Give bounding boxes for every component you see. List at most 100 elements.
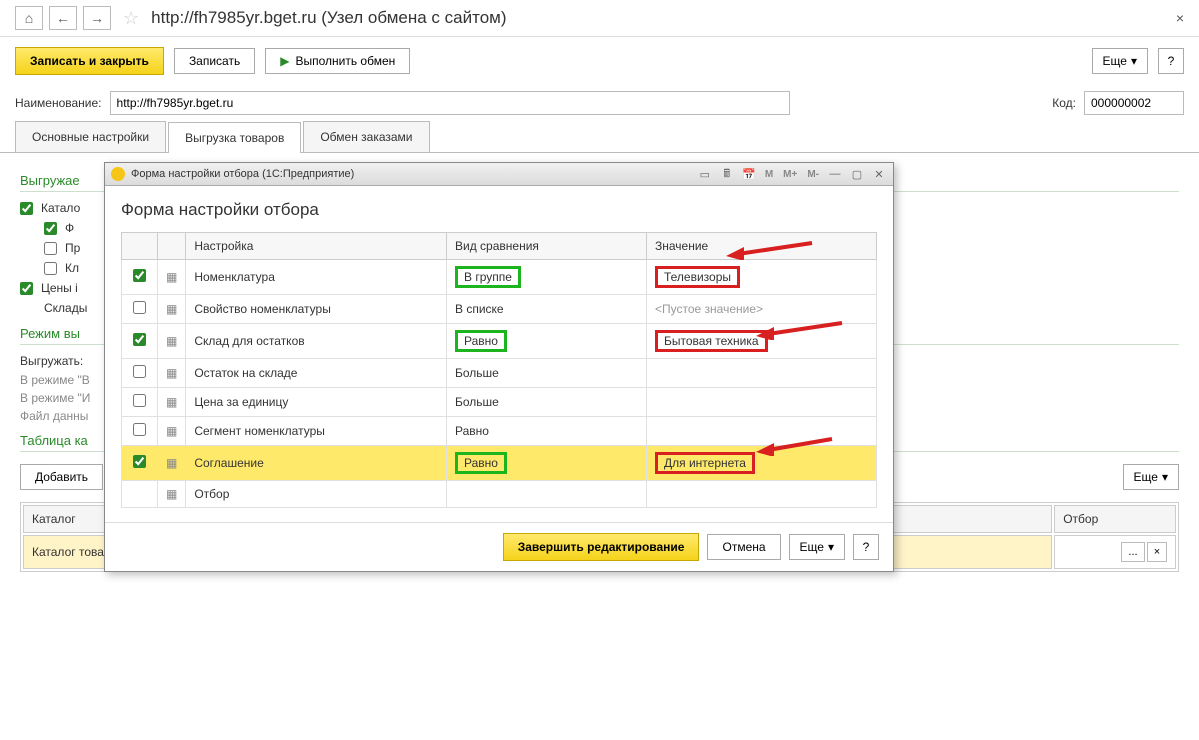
photo-checkbox[interactable] (44, 222, 57, 235)
row-value[interactable]: <Пустое значение> (647, 295, 877, 324)
row-icon: ▦ (158, 324, 186, 359)
dialog-footer: Завершить редактирование Отмена Еще ▾ ? (105, 522, 893, 571)
row-setting: Свойство номенклатуры (186, 295, 447, 324)
row-value[interactable]: Телевизоры (647, 260, 877, 295)
catalog-more-button[interactable]: Еще ▾ (1123, 464, 1179, 490)
filter-row[interactable]: ▦СоглашениеРавноДля интернета (122, 446, 877, 481)
row-checkbox[interactable] (133, 455, 146, 468)
row-checkbox[interactable] (133, 365, 146, 378)
kl-label: Кл (65, 261, 79, 275)
app-icon (111, 167, 125, 181)
back-button[interactable]: ← (49, 6, 77, 30)
tab-upload-goods[interactable]: Выгрузка товаров (168, 122, 301, 153)
dialog-help-button[interactable]: ? (853, 534, 879, 560)
row-setting: Сегмент номенклатуры (186, 417, 447, 446)
row-icon: ▦ (158, 260, 186, 295)
mem-m[interactable]: M (763, 169, 775, 180)
row-icon: ▦ (158, 417, 186, 446)
tab-orders-exchange[interactable]: Обмен заказами (303, 121, 429, 152)
mem-mm[interactable]: M- (805, 169, 821, 180)
filter-row[interactable]: ▦Склад для остатковРавноБытовая техника (122, 324, 877, 359)
row-icon: ▦ (158, 388, 186, 417)
name-label: Наименование: (15, 96, 102, 110)
favorite-icon[interactable]: ☆ (123, 8, 139, 29)
row-checkbox[interactable] (133, 423, 146, 436)
save-button[interactable]: Записать (174, 48, 255, 74)
tab-basic-settings[interactable]: Основные настройки (15, 121, 166, 152)
filter-table: Настройка Вид сравнения Значение ▦Номенк… (121, 232, 877, 508)
filter-row[interactable]: ▦НоменклатураВ группеТелевизоры (122, 260, 877, 295)
filter-row[interactable]: ▦Сегмент номенклатурыРавно (122, 417, 877, 446)
row-checkbox[interactable] (133, 269, 146, 282)
dialog-heading: Форма настройки отбора (121, 200, 877, 220)
cancel-button[interactable]: Отмена (707, 534, 780, 560)
home-button[interactable]: ⌂ (15, 6, 43, 30)
top-toolbar: ⌂ ← → ☆ http://fh7985yr.bget.ru (Узел об… (0, 0, 1199, 37)
run-exchange-button[interactable]: ▶Выполнить обмен (265, 48, 410, 74)
tb-icon-1[interactable]: ▭ (697, 166, 713, 182)
row-value[interactable]: Бытовая техника (647, 324, 877, 359)
sklady-label: Склады (44, 301, 87, 315)
forward-button[interactable]: → (83, 6, 111, 30)
col-setting[interactable]: Настройка (186, 233, 447, 260)
catalogs-label: Катало (41, 201, 80, 215)
col-filter[interactable]: Отбор (1054, 505, 1176, 533)
help-button[interactable]: ? (1158, 48, 1184, 74)
photo-label: Ф (65, 221, 74, 235)
row-comparison[interactable]: Равно (447, 446, 647, 481)
add-button[interactable]: Добавить (20, 464, 103, 490)
row-value[interactable] (647, 417, 877, 446)
row-comparison[interactable]: В группе (447, 260, 647, 295)
calendar-icon[interactable]: 📅 (741, 166, 757, 182)
upload-label: Выгружать: (20, 354, 83, 368)
row-setting: Склад для остатков (186, 324, 447, 359)
row-comparison[interactable]: Больше (447, 359, 647, 388)
maximize-icon[interactable]: ▢ (849, 166, 865, 182)
pr-checkbox[interactable] (44, 242, 57, 255)
row-icon: ▦ (158, 446, 186, 481)
row-comparison[interactable] (447, 481, 647, 508)
dialog-titlebar: Форма настройки отбора (1С:Предприятие) … (105, 163, 893, 186)
filter-row[interactable]: ▦Остаток на складеБольше (122, 359, 877, 388)
row-setting: Цена за единицу (186, 388, 447, 417)
row-value[interactable] (647, 359, 877, 388)
tab-strip: Основные настройки Выгрузка товаров Обме… (0, 121, 1199, 153)
row-icon: ▦ (158, 481, 186, 508)
mem-mp[interactable]: M+ (781, 169, 799, 180)
row-comparison[interactable]: Равно (447, 324, 647, 359)
row-value[interactable] (647, 481, 877, 508)
finish-edit-button[interactable]: Завершить редактирование (503, 533, 700, 561)
name-input[interactable] (110, 91, 790, 115)
code-input[interactable] (1084, 91, 1184, 115)
close-icon[interactable]: × (1176, 10, 1184, 26)
filter-dots-button[interactable]: ... (1121, 542, 1145, 562)
prices-checkbox[interactable] (20, 282, 33, 295)
close-icon[interactable]: ✕ (871, 166, 887, 182)
page-title: http://fh7985yr.bget.ru (Узел обмена с с… (151, 8, 506, 28)
filter-row[interactable]: ▦Отбор (122, 481, 877, 508)
row-comparison[interactable]: Равно (447, 417, 647, 446)
row-checkbox[interactable] (133, 333, 146, 346)
filter-row[interactable]: ▦Цена за единицуБольше (122, 388, 877, 417)
minimize-icon[interactable]: — (827, 166, 843, 182)
dialog-more-button[interactable]: Еще ▾ (789, 534, 845, 560)
row-comparison[interactable]: Больше (447, 388, 647, 417)
filter-clear-button[interactable]: × (1147, 542, 1167, 562)
row-checkbox[interactable] (133, 394, 146, 407)
catalogs-checkbox[interactable] (20, 202, 33, 215)
filter-row[interactable]: ▦Свойство номенклатурыВ списке<Пустое зн… (122, 295, 877, 324)
row-checkbox[interactable] (133, 301, 146, 314)
col-comparison[interactable]: Вид сравнения (447, 233, 647, 260)
save-close-button[interactable]: Записать и закрыть (15, 47, 164, 75)
col-value[interactable]: Значение (647, 233, 877, 260)
code-label: Код: (1052, 96, 1076, 110)
form-row: Наименование: Код: (0, 85, 1199, 121)
row-value[interactable] (647, 388, 877, 417)
kl-checkbox[interactable] (44, 262, 57, 275)
more-button[interactable]: Еще ▾ (1092, 48, 1148, 74)
pr-label: Пр (65, 241, 80, 255)
row-value[interactable]: Для интернета (647, 446, 877, 481)
calc-icon[interactable]: 🖩 (719, 166, 735, 182)
row-comparison[interactable]: В списке (447, 295, 647, 324)
row-setting: Остаток на складе (186, 359, 447, 388)
